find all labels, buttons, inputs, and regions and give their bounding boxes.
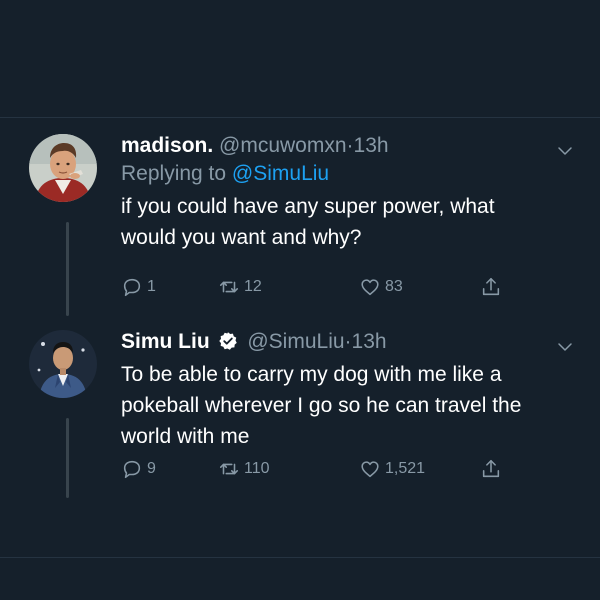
retweet-count: 12 bbox=[244, 278, 262, 295]
separator-dot: · bbox=[344, 330, 352, 353]
bottom-divider bbox=[0, 557, 600, 558]
display-name[interactable]: madison. bbox=[121, 134, 213, 157]
share-upload-icon bbox=[482, 459, 500, 478]
chevron-down-icon[interactable] bbox=[556, 338, 574, 356]
animated-character-avatar bbox=[29, 134, 97, 202]
man-in-suit-avatar bbox=[29, 330, 97, 398]
verified-badge-icon bbox=[218, 332, 237, 350]
like-count: 83 bbox=[385, 278, 403, 295]
replying-to: Replying to @SimuLiu bbox=[121, 160, 580, 188]
separator-dot: · bbox=[346, 134, 354, 157]
retweet-arrows-icon bbox=[219, 281, 239, 293]
timestamp[interactable]: 13h bbox=[352, 330, 387, 353]
speech-bubble-icon bbox=[123, 460, 141, 479]
user-handle[interactable]: @mcuwomxn bbox=[219, 134, 347, 157]
share-button[interactable] bbox=[480, 456, 502, 482]
thread-line bbox=[66, 418, 69, 498]
like-count: 1,521 bbox=[385, 460, 426, 477]
retweet-button[interactable]: 110 bbox=[218, 456, 270, 482]
replying-to-mention[interactable]: @SimuLiu bbox=[232, 162, 329, 185]
tweet-content: Simu Liu @SimuLiu·13h To be able to carr… bbox=[121, 328, 580, 452]
avatar[interactable] bbox=[29, 134, 97, 202]
replying-to-label: Replying to bbox=[121, 162, 227, 185]
tweet-header: madison. @mcuwomxn·13h bbox=[121, 132, 580, 160]
tweet-header: Simu Liu @SimuLiu·13h bbox=[121, 328, 580, 356]
tweet-simu-liu[interactable]: Simu Liu @SimuLiu·13h To be able to carr… bbox=[0, 316, 600, 516]
heart-icon bbox=[361, 279, 379, 296]
heart-icon bbox=[361, 461, 379, 478]
avatar[interactable] bbox=[29, 330, 97, 398]
like-button[interactable]: 83 bbox=[359, 274, 403, 300]
like-button[interactable]: 1,521 bbox=[359, 456, 425, 482]
reply-button[interactable]: 1 bbox=[121, 274, 156, 300]
retweet-arrows-icon bbox=[219, 463, 239, 475]
timestamp[interactable]: 13h bbox=[354, 134, 389, 157]
retweet-count: 110 bbox=[244, 460, 270, 477]
reply-count: 9 bbox=[147, 460, 156, 477]
tweet-content: madison. @mcuwomxn·13h Replying to @Simu… bbox=[121, 132, 580, 253]
chevron-down-icon[interactable] bbox=[556, 142, 574, 160]
thread-line bbox=[66, 222, 69, 316]
display-name[interactable]: Simu Liu bbox=[121, 330, 210, 353]
speech-bubble-icon bbox=[123, 278, 141, 297]
tweet-madison[interactable]: madison. @mcuwomxn·13h Replying to @Simu… bbox=[0, 118, 600, 316]
share-upload-icon bbox=[482, 277, 500, 296]
share-button[interactable] bbox=[480, 274, 502, 300]
retweet-button[interactable]: 12 bbox=[218, 274, 262, 300]
reply-count: 1 bbox=[147, 278, 156, 295]
user-handle[interactable]: @SimuLiu bbox=[247, 330, 344, 353]
tweet-text: if you could have any super power, what … bbox=[121, 195, 495, 249]
tweet-text: To be able to carry my dog with me like … bbox=[121, 363, 522, 448]
reply-button[interactable]: 9 bbox=[121, 456, 156, 482]
